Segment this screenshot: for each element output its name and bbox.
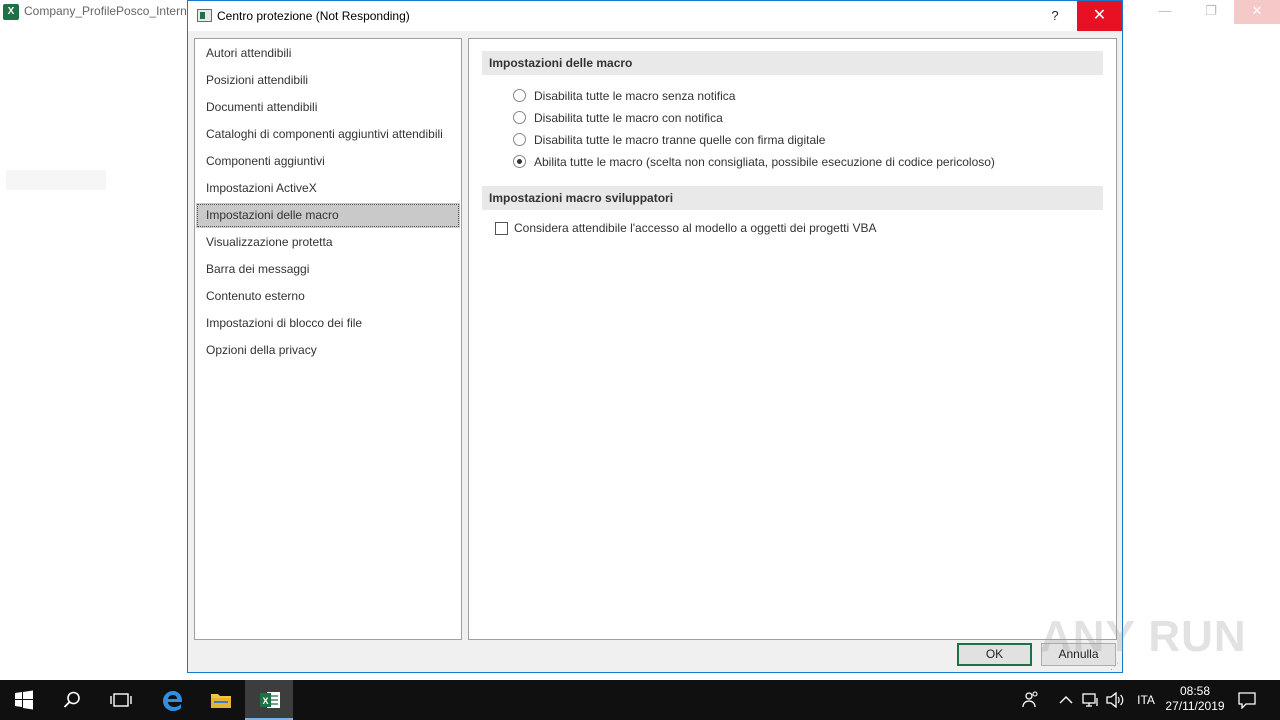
edge-browser-button[interactable]	[148, 680, 196, 720]
radio-label: Abilita tutte le macro (scelta non consi…	[534, 155, 995, 169]
trust-center-nav: Autori attendibili Posizioni attendibili…	[194, 38, 462, 640]
nav-item-trusted-addin-catalogs[interactable]: Cataloghi di componenti aggiuntivi atten…	[196, 122, 460, 147]
task-view-icon	[110, 693, 132, 707]
help-button[interactable]: ?	[1040, 1, 1070, 31]
radio-button-checked[interactable]	[513, 155, 526, 168]
excel-taskbar-button[interactable]: X	[245, 680, 293, 720]
nav-item-addins[interactable]: Componenti aggiuntivi	[196, 149, 460, 174]
maximize-icon[interactable]: ❐	[1188, 0, 1234, 24]
developer-settings-header: Impostazioni macro sviluppatori	[482, 186, 1103, 210]
network-icon[interactable]	[1080, 680, 1102, 720]
notifications-icon[interactable]	[1234, 680, 1260, 720]
taskbar: X ITA 08:58 27/11/2019	[0, 680, 1280, 720]
macro-settings-header: Impostazioni delle macro	[482, 51, 1103, 75]
radio-label: Disabilita tutte le macro tranne quelle …	[534, 133, 826, 147]
nav-item-activex-settings[interactable]: Impostazioni ActiveX	[196, 176, 460, 201]
trust-vba-label: Considera attendibile l'accesso al model…	[514, 221, 877, 235]
trust-center-dialog: Centro protezione (Not Responding) ? ✕ A…	[187, 0, 1123, 673]
clock-time: 08:58	[1179, 684, 1211, 698]
folder-icon	[211, 694, 231, 708]
edge-icon	[163, 691, 183, 711]
file-explorer-button[interactable]	[196, 680, 244, 720]
volume-icon[interactable]	[1104, 680, 1126, 720]
search-button[interactable]	[48, 680, 96, 720]
chevron-up-icon[interactable]	[1056, 680, 1076, 720]
people-icon[interactable]	[1018, 680, 1044, 720]
svg-text:X: X	[262, 696, 268, 706]
radio-label: Disabilita tutte le macro con notifica	[534, 111, 723, 125]
anyrun-watermark: ANY RUN	[1040, 612, 1247, 661]
task-view-button[interactable]	[96, 680, 144, 720]
radio-button[interactable]	[513, 133, 526, 146]
background-window-title: Company_ProfilePosco_Internt	[24, 4, 191, 18]
background-faint-block	[6, 170, 106, 190]
nav-item-file-block-settings[interactable]: Impostazioni di blocco dei file	[196, 311, 460, 336]
nav-item-protected-view[interactable]: Visualizzazione protetta	[196, 230, 460, 255]
nav-item-trusted-publishers[interactable]: Autori attendibili	[196, 41, 460, 66]
dialog-title: Centro protezione (Not Responding)	[217, 9, 410, 23]
nav-item-trusted-locations[interactable]: Posizioni attendibili	[196, 68, 460, 93]
nav-item-external-content[interactable]: Contenuto esterno	[196, 284, 460, 309]
ok-button[interactable]: OK	[957, 643, 1032, 666]
nav-item-macro-settings[interactable]: Impostazioni delle macro	[196, 203, 460, 228]
windows-logo-icon	[15, 690, 33, 710]
radio-button[interactable]	[513, 111, 526, 124]
system-clock[interactable]: 08:58 27/11/2019	[1160, 680, 1230, 720]
trust-vba-checkbox[interactable]	[495, 222, 508, 235]
nav-item-message-bar[interactable]: Barra dei messaggi	[196, 257, 460, 282]
settings-panel: Impostazioni delle macro Disabilita tutt…	[468, 38, 1117, 640]
minimize-icon[interactable]: —	[1142, 0, 1188, 24]
nav-item-privacy-options[interactable]: Opzioni della privacy	[196, 338, 460, 363]
excel-icon: X	[3, 4, 19, 20]
input-language-indicator[interactable]: ITA	[1134, 680, 1158, 720]
dialog-close-button[interactable]: ✕	[1077, 1, 1122, 31]
radio-button[interactable]	[513, 89, 526, 102]
start-button[interactable]	[0, 680, 48, 720]
close-icon[interactable]: ✕	[1234, 0, 1280, 24]
dialog-titlebar[interactable]: Centro protezione (Not Responding) ? ✕	[188, 1, 1122, 31]
nav-item-trusted-documents[interactable]: Documenti attendibili	[196, 95, 460, 120]
dialog-app-icon	[197, 9, 212, 22]
search-icon	[63, 691, 80, 708]
clock-date: 27/11/2019	[1165, 699, 1225, 713]
radio-label: Disabilita tutte le macro senza notifica	[534, 89, 736, 103]
excel-taskbar-icon: X	[260, 692, 280, 708]
